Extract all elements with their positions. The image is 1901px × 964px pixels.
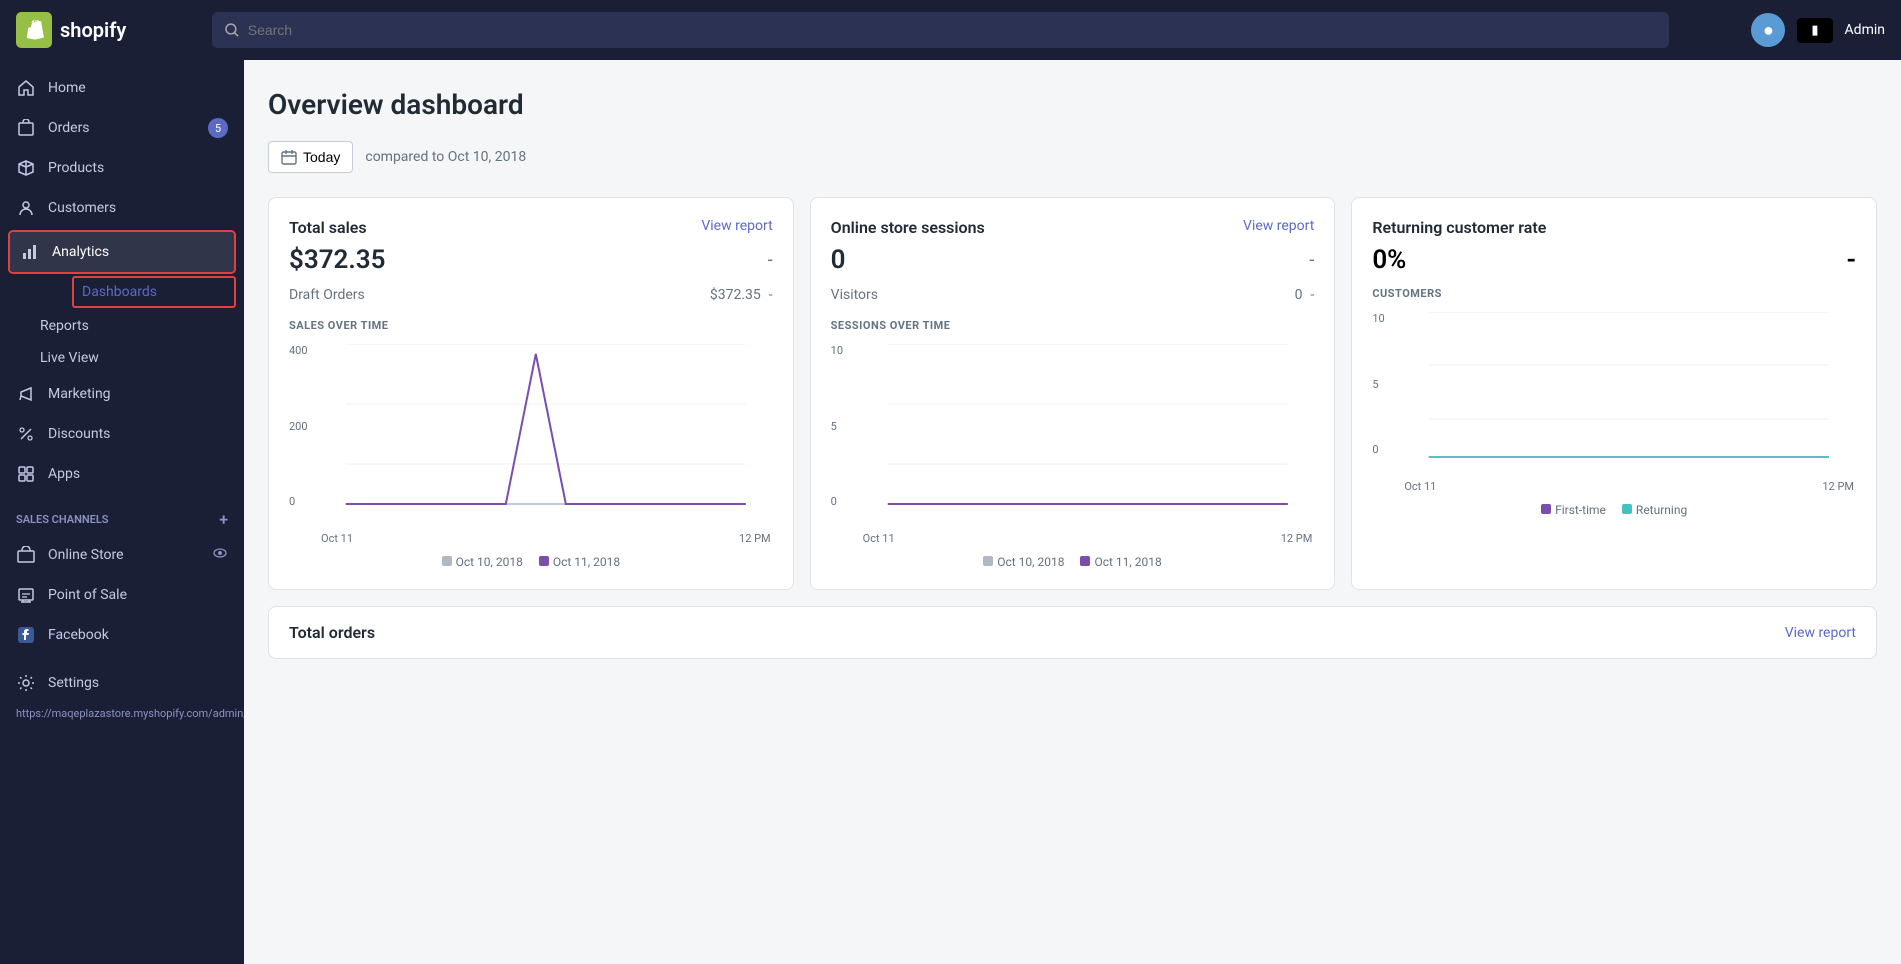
returning-customer-header: Returning customer rate [1372,218,1856,237]
returning-chart [1402,312,1856,472]
total-orders-view-report[interactable]: View report [1785,625,1856,641]
sidebar-item-facebook-label: Facebook [48,627,228,643]
top-navigation: shopify ● ▮ Admin [0,0,1901,60]
search-bar[interactable] [212,12,1669,48]
search-input[interactable] [248,22,1657,38]
returning-chart-legend: First-time Returning [1372,503,1856,517]
eye-icon[interactable] [212,545,228,565]
total-orders-title: Total orders [289,623,375,642]
online-sessions-title: Online store sessions [831,218,985,237]
sidebar-item-marketing[interactable]: Marketing [0,374,244,414]
sidebar-item-settings-label: Settings [48,675,228,691]
sessions-chart-title: SESSIONS OVER TIME [831,319,1315,332]
sales-chart-title: SALES OVER TIME [289,319,773,332]
sidebar-item-facebook[interactable]: Facebook [0,615,244,655]
total-sales-view-report[interactable]: View report [701,218,772,234]
sales-chart [319,344,773,524]
sessions-chart-x-axis: Oct 11 12 PM [861,532,1315,545]
returning-chart-x-axis: Oct 11 12 PM [1402,480,1856,493]
sidebar-item-discounts[interactable]: Discounts [0,414,244,454]
compared-to-text: compared to Oct 10, 2018 [365,149,526,165]
sessions-view-report[interactable]: View report [1243,218,1314,234]
logo-area: shopify [16,12,196,48]
user-avatar-icon: ● [1763,20,1774,41]
products-icon [16,158,36,178]
sidebar-item-customers-label: Customers [48,200,228,216]
sidebar-item-pos-label: Point of Sale [48,587,228,603]
sidebar-item-orders[interactable]: Orders 5 [0,108,244,148]
sidebar-item-products-label: Products [48,160,228,176]
today-label: Today [303,149,340,165]
total-sales-value: $372.35 - [289,245,773,275]
store-label[interactable]: ▮ [1797,18,1832,43]
online-sessions-header: Online store sessions View report [831,218,1315,237]
main-content: Overview dashboard Today compared to Oct… [244,60,1901,964]
sidebar-item-analytics[interactable]: Analytics [10,232,234,272]
sidebar-item-home[interactable]: Home [0,68,244,108]
sidebar-item-online-store[interactable]: Online Store [0,535,244,575]
sessions-chart-legend: Oct 10, 2018 Oct 11, 2018 [831,555,1315,569]
orders-icon [16,118,36,138]
facebook-icon [16,625,36,645]
sidebar-item-pos[interactable]: Point of Sale [0,575,244,615]
returning-customer-card: Returning customer rate 0% - CUSTOMERS 1… [1351,197,1877,590]
pos-icon [16,585,36,605]
sales-chart-legend: Oct 10, 2018 Oct 11, 2018 [289,555,773,569]
avatar[interactable]: ● [1751,13,1785,47]
sidebar-item-live-view[interactable]: Live View [32,342,244,374]
page-title: Overview dashboard [268,88,1877,121]
sidebar: Home Orders 5 Products Customers [0,60,244,964]
total-sales-title: Total sales [289,218,367,237]
sidebar-item-settings[interactable]: Settings [0,663,244,703]
total-sales-header: Total sales View report [289,218,773,237]
sidebar-item-customers[interactable]: Customers [0,188,244,228]
admin-label: Admin [1845,22,1885,38]
sidebar-item-apps[interactable]: Apps [0,454,244,494]
online-sessions-card: Online store sessions View report 0 - Vi… [810,197,1336,590]
sidebar-url: https://maqeplazastore.myshopify.com/adm… [0,703,244,724]
sidebar-item-discounts-label: Discounts [48,426,228,442]
sidebar-item-products[interactable]: Products [0,148,244,188]
customers-label: CUSTOMERS [1372,287,1856,300]
top-right-area: ● ▮ Admin [1685,13,1885,47]
returning-customer-value: 0% - [1372,245,1856,275]
sidebar-item-marketing-label: Marketing [48,386,228,402]
sidebar-item-apps-label: Apps [48,466,228,482]
today-button[interactable]: Today [268,141,353,173]
search-icon [224,22,240,38]
customers-icon [16,198,36,218]
sidebar-item-orders-label: Orders [48,120,196,136]
analytics-icon [20,242,40,262]
sessions-chart [861,344,1315,524]
cards-row: Total sales View report $372.35 - Draft … [268,197,1877,590]
sidebar-item-home-label: Home [48,80,228,96]
apps-icon [16,464,36,484]
online-sessions-sub-row: Visitors 0 - [831,287,1315,303]
shopify-logo-icon [16,12,52,48]
sidebar-item-online-store-label: Online Store [48,547,200,563]
discounts-icon [16,424,36,444]
sales-chart-x-axis: Oct 11 12 PM [319,532,773,545]
online-sessions-value: 0 - [831,245,1315,275]
add-sales-channel-icon[interactable]: + [219,510,228,529]
analytics-highlight-box: Analytics [8,230,236,274]
settings-icon [16,673,36,693]
total-sales-card: Total sales View report $372.35 - Draft … [268,197,794,590]
sales-channels-title: SALES CHANNELS + [0,494,244,535]
online-store-icon [16,545,36,565]
marketing-icon [16,384,36,404]
total-sales-sub-row: Draft Orders $372.35 - [289,287,773,303]
date-bar: Today compared to Oct 10, 2018 [268,141,1877,173]
total-orders-card: Total orders View report [268,606,1877,659]
dashboards-highlight-box: Dashboards [72,276,236,308]
orders-badge: 5 [208,118,228,138]
sidebar-item-reports[interactable]: Reports [32,310,244,342]
calendar-icon [281,149,297,165]
logo-text: shopify [60,18,126,42]
home-icon [16,78,36,98]
returning-customer-title: Returning customer rate [1372,218,1546,237]
analytics-submenu: Dashboards Reports Live View [32,276,244,374]
sidebar-item-analytics-label: Analytics [52,244,224,260]
sidebar-item-dashboards[interactable]: Dashboards [74,278,234,306]
